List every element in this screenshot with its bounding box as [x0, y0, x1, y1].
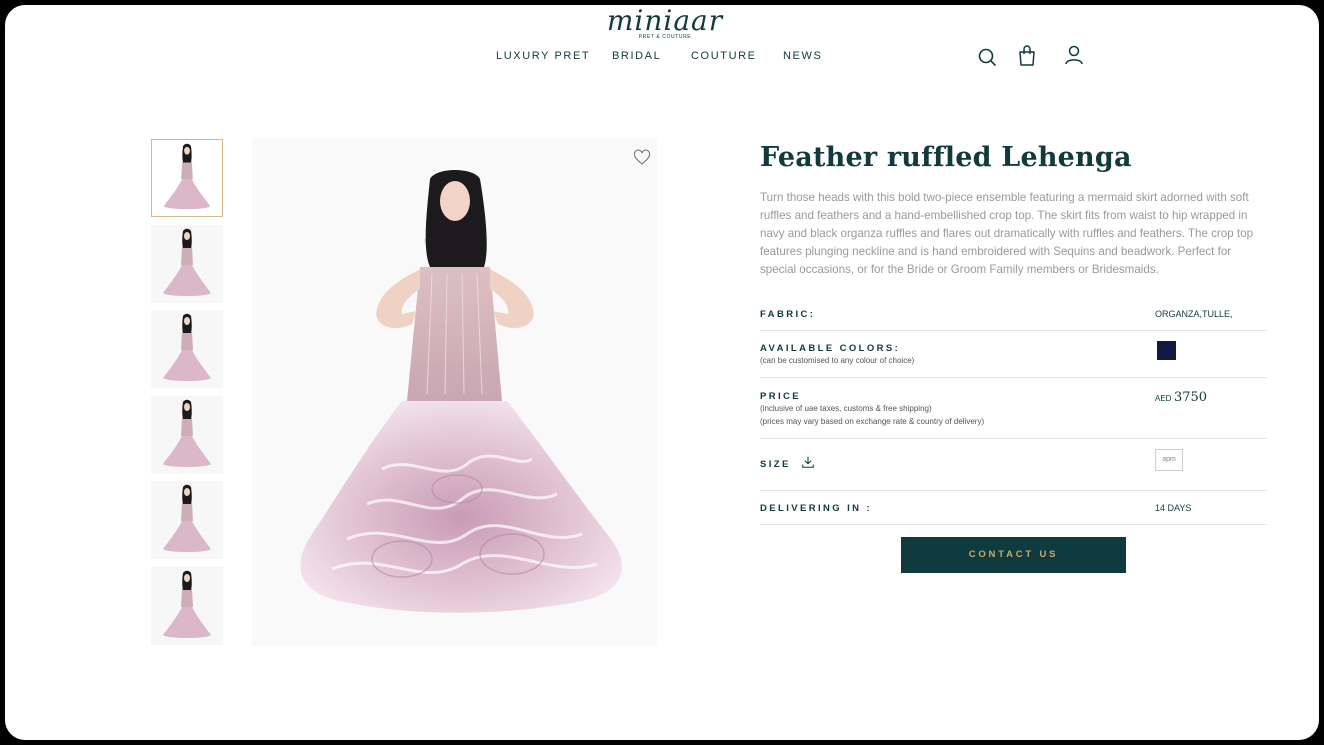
product-thumbnail[interactable] [151, 224, 223, 303]
product-thumbnail[interactable] [151, 566, 223, 645]
size-option[interactable]: apm [1155, 449, 1183, 471]
fabric-value: ORGANZA,TULLE, [1155, 309, 1233, 319]
price-note-exchange: (prices may vary based on exchange rate … [760, 417, 985, 426]
dress-illustration [300, 170, 622, 613]
size-row: SIZE apm [760, 439, 1267, 491]
delivery-value: 14 DAYS [1155, 503, 1192, 513]
colors-row: AVAILABLE COLORS: (can be customised to … [760, 331, 1267, 378]
product-description: Turn those heads with this bold two-piec… [760, 191, 1254, 276]
fabric-row: FABRIC: ORGANZA,TULLE, [760, 301, 1267, 331]
download-icon[interactable] [801, 455, 815, 469]
thumbnail-dress-image [163, 570, 211, 638]
page: miniaar PRET & COUTURE LUXURY PRET BRIDA… [5, 5, 1319, 740]
search-icon[interactable] [975, 43, 999, 67]
price-note-taxes: (inclusive of uae taxes, customs & free … [760, 404, 932, 413]
brand-name: miniaar [606, 5, 724, 37]
thumbnail-dress-image [163, 143, 211, 210]
product-thumbnail[interactable] [151, 481, 223, 559]
fabric-label: FABRIC: [760, 309, 816, 320]
shopping-bag-icon[interactable] [1015, 43, 1039, 67]
colors-label: AVAILABLE COLORS: [760, 343, 901, 354]
thumbnail-dress-image [163, 399, 211, 467]
size-label: SIZE [760, 459, 791, 470]
delivery-label: DELIVERING IN : [760, 503, 873, 514]
product-main-image[interactable] [252, 139, 657, 646]
thumbnail-dress-image [163, 313, 211, 381]
delivery-row: DELIVERING IN : 14 DAYS [760, 491, 1267, 525]
thumbnail-dress-image [163, 228, 211, 296]
price-amount: 3750 [1173, 390, 1208, 405]
price-label: PRICE [760, 391, 802, 402]
price-row: PRICE (inclusive of uae taxes, customs &… [760, 378, 1267, 439]
contact-us-button[interactable]: CONTACT US [901, 537, 1126, 573]
user-icon[interactable] [1062, 43, 1086, 67]
thumbnail-dress-image [163, 484, 211, 552]
brand-logo[interactable]: miniaar PRET & COUTURE [590, 5, 740, 41]
color-swatch-navy[interactable] [1157, 341, 1176, 360]
nav-news[interactable]: NEWS [783, 50, 822, 62]
nav-luxury-pret[interactable]: LUXURY PRET [496, 50, 590, 62]
price-currency: AED [1155, 394, 1172, 403]
product-thumbnail[interactable] [151, 139, 223, 217]
product-thumbnail[interactable] [151, 310, 223, 388]
heart-icon[interactable] [633, 149, 651, 167]
nav-bridal[interactable]: BRIDAL [612, 50, 661, 62]
product-title: Feather ruffled Lehenga [760, 142, 1132, 173]
price-value-group: AED 3750 [1155, 390, 1207, 405]
colors-note: (can be customised to any colour of choi… [760, 356, 915, 365]
product-thumbnail[interactable] [151, 395, 223, 474]
nav-couture[interactable]: COUTURE [691, 50, 757, 62]
